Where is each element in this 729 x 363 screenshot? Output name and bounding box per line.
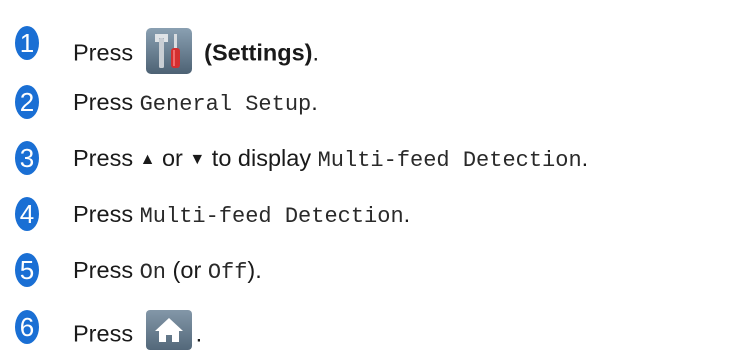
step-number-badge: 2	[15, 85, 39, 119]
step-label: (Settings)	[204, 39, 313, 66]
step-close: ).	[247, 257, 262, 283]
step-suffix: .	[581, 145, 589, 171]
menu-option-code: Multi-feed Detection	[139, 204, 404, 229]
down-arrow-icon: ▼	[189, 151, 206, 168]
up-arrow-icon: ▲	[139, 151, 156, 168]
step-number-badge: 4	[15, 197, 39, 231]
step-number-badge: 1	[15, 26, 39, 60]
step-suffix: .	[403, 201, 411, 227]
step-text: Press	[73, 201, 134, 227]
home-icon	[145, 310, 192, 357]
step-suffix: .	[195, 320, 203, 347]
step-text: Press	[73, 257, 134, 283]
menu-option-code: General Setup	[139, 92, 312, 117]
step-middle: to display	[211, 145, 312, 171]
option-on: On	[139, 260, 167, 285]
step-text: Press	[73, 145, 134, 171]
option-off: Off	[207, 260, 248, 285]
step-text: Press	[73, 89, 134, 115]
step-text: Press	[73, 320, 134, 347]
step-number-badge: 3	[15, 141, 39, 175]
step-open: (or	[172, 257, 202, 283]
menu-option-code: Multi-feed Detection	[317, 148, 582, 173]
step-suffix: .	[311, 89, 318, 115]
step-number-badge: 6	[15, 310, 39, 344]
step-text: Press	[73, 39, 134, 66]
settings-icon	[145, 28, 192, 81]
step-suffix: .	[312, 39, 320, 66]
step-number-badge: 5	[15, 253, 39, 287]
step-or: or	[161, 145, 183, 171]
